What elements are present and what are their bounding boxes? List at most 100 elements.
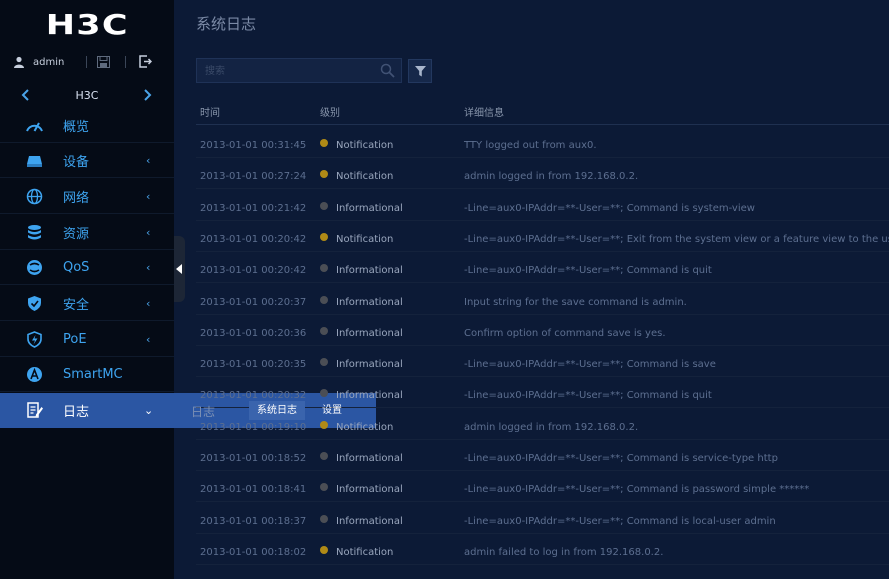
row-time: 2013-01-01 00:18:02 xyxy=(200,546,307,558)
row-level: Informational xyxy=(336,453,403,464)
filter-icon xyxy=(415,66,426,77)
row-detail: -Line=aux0-IPAddr=**-User=**; Command is… xyxy=(464,202,755,214)
row-time: 2013-01-01 00:18:52 xyxy=(200,453,307,464)
chevron-down-icon: ⌄ xyxy=(144,404,154,417)
row-detail: -Line=aux0-IPAddr=**-User=**; Command is… xyxy=(464,515,776,527)
row-level: Notification xyxy=(336,140,394,151)
column-header-level[interactable]: 级别 xyxy=(320,104,340,119)
row-time: 2013-01-01 00:20:37 xyxy=(200,296,307,308)
sidebar: H3C admin H3C 概览 设备 ‹ 网络 ‹ 资源 ‹ QoS ‹ 安全… xyxy=(0,0,376,579)
submenu-title: 日志 xyxy=(191,405,216,419)
level-dot-icon xyxy=(320,452,328,460)
table-row[interactable]: 2013-01-01 00:18:37 Informational -Line=au… xyxy=(196,503,889,534)
column-header-detail[interactable]: 详细信息 xyxy=(464,104,504,119)
level-dot-icon xyxy=(320,483,328,492)
level-dot-icon xyxy=(320,358,328,367)
chevron-left-icon: ‹ xyxy=(146,260,151,274)
row-level: Informational xyxy=(336,296,403,308)
chevron-right-icon[interactable] xyxy=(142,89,152,101)
row-detail: admin logged in from 192.168.0.2. xyxy=(464,421,639,433)
submenu-item-system-log[interactable]: 系统日志 xyxy=(249,401,305,420)
save-icon[interactable] xyxy=(97,56,110,68)
table-row[interactable]: 2013-01-01 00:20:35 Informational -Line=au… xyxy=(196,346,889,378)
chevron-left-icon: ‹ xyxy=(146,225,151,239)
header-divider xyxy=(196,124,889,125)
table-row[interactable]: 2013-01-01 00:20:42 Informational -Line=au… xyxy=(196,252,889,284)
row-time: 2013-01-01 00:19:10 xyxy=(200,421,307,433)
row-detail: -Line=aux0-IPAddr=**-User=**; Command is… xyxy=(464,484,810,496)
row-level: Notification xyxy=(336,233,394,245)
row-level: Notification xyxy=(336,171,394,183)
menu-item-label: QoS xyxy=(63,259,90,275)
table-row[interactable]: 2013-01-01 00:18:52 Informational -Line=au… xyxy=(196,440,889,471)
qos-icon xyxy=(27,260,42,275)
row-detail: Confirm option of command save is yes. xyxy=(464,327,666,339)
page-title: 系统日志 xyxy=(196,15,257,33)
main-content: 系统日志 时间 级别 详细信息 2013-01-01 00:31:45 Notif… xyxy=(174,0,889,579)
user-icon xyxy=(14,56,24,68)
level-dot-icon xyxy=(320,326,328,335)
table-row[interactable]: 2013-01-01 00:18:41 Informational -Line=au… xyxy=(196,471,889,503)
divider xyxy=(125,56,126,68)
search-box xyxy=(196,58,402,83)
row-time: 2013-01-01 00:20:36 xyxy=(200,327,307,339)
menu-item-smartmc[interactable]: SmartMC xyxy=(0,357,174,392)
logout-icon[interactable] xyxy=(139,55,152,68)
menu-item-resources[interactable]: 资源 ‹ xyxy=(0,215,174,250)
column-header-time[interactable]: 时间 xyxy=(200,104,220,119)
filter-button[interactable] xyxy=(408,59,432,83)
table-row[interactable]: 2013-01-01 00:18:02 Notification admin fai… xyxy=(196,534,889,565)
level-dot-icon xyxy=(320,420,328,429)
row-time: 2013-01-01 00:20:35 xyxy=(200,359,307,371)
menu-item-network[interactable]: 网络 ‹ xyxy=(0,179,174,214)
row-level: Informational xyxy=(336,265,403,277)
smartmc-icon xyxy=(27,367,42,382)
chevron-left-icon: ‹ xyxy=(146,296,151,310)
table-row[interactable]: 2013-01-01 00:20:37 Informational Input st… xyxy=(196,284,889,315)
row-time: 2013-01-01 00:20:42 xyxy=(200,265,307,277)
database-icon xyxy=(28,225,41,240)
row-time: 2013-01-01 00:20:32 xyxy=(200,390,307,402)
poe-icon xyxy=(27,331,42,348)
search-input[interactable] xyxy=(203,62,377,81)
menu-item-overview[interactable]: 概览 xyxy=(0,108,174,143)
submenu-item-settings[interactable]: 设置 xyxy=(314,401,350,420)
level-dot-icon xyxy=(320,201,328,210)
row-detail: -Line=aux0-IPAddr=**-User=**; Command is… xyxy=(464,453,778,464)
user-bar: admin xyxy=(0,50,174,74)
row-level: Notification xyxy=(336,546,394,558)
table-row[interactable]: 2013-01-01 00:20:42 Notification -Line=aux… xyxy=(196,221,889,252)
table-row[interactable]: 2013-01-01 00:27:24 Notification admin log… xyxy=(196,158,889,190)
chevron-left-icon: ‹ xyxy=(146,153,151,167)
table-row[interactable]: 2013-01-01 00:31:45 Notification TTY logge… xyxy=(196,127,889,158)
globe-icon xyxy=(26,188,43,205)
chevron-left-icon: ‹ xyxy=(146,332,151,346)
shield-icon xyxy=(28,296,41,311)
h3c-logo: H3C xyxy=(0,0,174,48)
row-level: Informational xyxy=(336,327,403,339)
search-icon[interactable] xyxy=(380,63,395,78)
menu-item-label: PoE xyxy=(63,331,87,347)
menu-item-device[interactable]: 设备 ‹ xyxy=(0,143,174,178)
row-detail: -Line=aux0-IPAddr=**-User=**; Command is… xyxy=(464,265,712,277)
menu-item-qos[interactable]: QoS ‹ xyxy=(0,250,174,285)
level-dot-icon xyxy=(320,264,328,273)
row-level: Informational xyxy=(336,390,403,402)
row-time: 2013-01-01 00:20:42 xyxy=(200,233,307,245)
row-detail: admin logged in from 192.168.0.2. xyxy=(464,171,639,183)
menu-item-security[interactable]: 安全 ‹ xyxy=(0,286,174,321)
row-detail: admin failed to log in from 192.168.0.2. xyxy=(464,546,664,558)
level-dot-icon xyxy=(320,232,328,241)
row-level: Informational xyxy=(336,202,403,214)
table-row[interactable]: 2013-01-01 00:20:36 Informational Confirm … xyxy=(196,315,889,346)
row-time: 2013-01-01 00:27:24 xyxy=(200,171,307,183)
row-level: Informational xyxy=(336,484,403,496)
level-dot-icon xyxy=(320,139,328,147)
level-dot-icon xyxy=(320,170,328,179)
menu-item-poe[interactable]: PoE ‹ xyxy=(0,322,174,357)
table-row[interactable]: 2013-01-01 00:21:42 Informational -Line=au… xyxy=(196,190,889,221)
menu-item-label: 设备 xyxy=(63,154,90,170)
chevron-left-icon: ‹ xyxy=(146,189,151,203)
row-level: Informational xyxy=(336,515,403,527)
row-time: 2013-01-01 00:31:45 xyxy=(200,140,307,151)
